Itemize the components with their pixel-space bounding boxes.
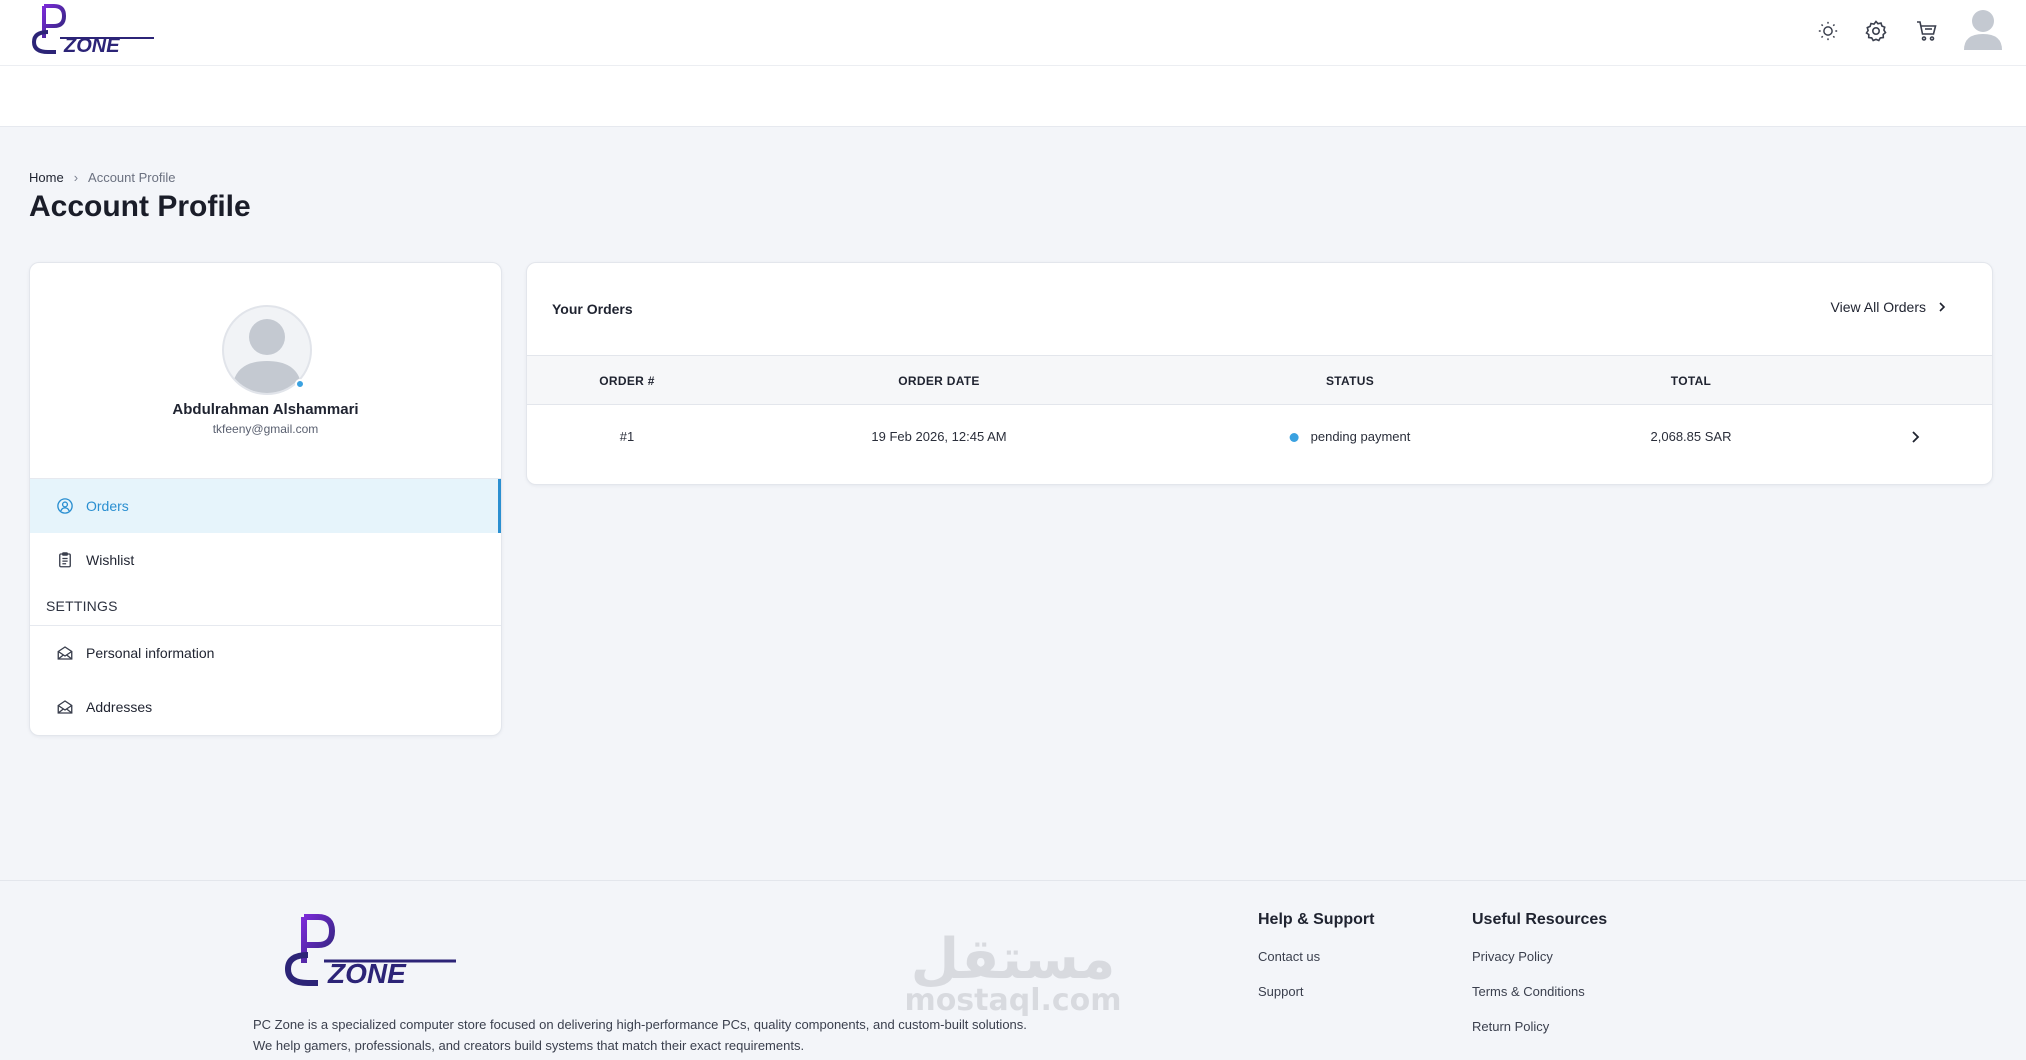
useful-resources-title: Useful Resources (1472, 911, 1608, 928)
breadcrumb-current: Account Profile (88, 170, 176, 185)
settings-section-label: SETTINGS (46, 598, 118, 614)
support-link[interactable]: Support (1258, 984, 1304, 999)
status-dot (1289, 432, 1299, 442)
sidebar-item-label: Addresses (86, 699, 153, 715)
clipboard-icon (59, 552, 71, 568)
sidebar-item-addresses[interactable]: Addresses (30, 680, 501, 734)
mostaql-watermark: مستقل mostaql.com (904, 927, 1121, 1016)
orders-card: Your Orders View All Orders ORDER # ORDE… (526, 262, 1993, 485)
sidebar-item-label: Wishlist (86, 552, 135, 568)
privacy-policy-link[interactable]: Privacy Policy (1472, 949, 1553, 964)
svg-text:mostaql.com: mostaql.com (904, 983, 1121, 1016)
help-support-title: Help & Support (1258, 911, 1375, 928)
terms-conditions-link[interactable]: Terms & Conditions (1472, 984, 1585, 999)
logo-text: ZONE (327, 958, 407, 989)
footer-description: PC Zone is a specialized computer store … (253, 1014, 1153, 1056)
sidebar-item-orders[interactable]: Orders (30, 479, 501, 533)
column-header-date: ORDER DATE (898, 374, 980, 388)
online-status-dot (295, 379, 305, 389)
order-date: 19 Feb 2026, 12:45 AM (871, 429, 1007, 444)
order-status: pending payment (1289, 405, 1411, 469)
contact-us-link[interactable]: Contact us (1258, 949, 1320, 964)
user-circle-icon (57, 498, 73, 514)
breadcrumb-home-link[interactable]: Home (29, 170, 64, 185)
chevron-right-icon[interactable] (1905, 427, 1925, 447)
order-status-label: pending payment (1310, 429, 1411, 444)
chevron-right-icon: › (73, 170, 79, 185)
pc-zone-logo[interactable]: ZONE (282, 913, 458, 989)
view-all-orders-link[interactable]: View All Orders (1831, 299, 1948, 315)
avatar[interactable] (1960, 6, 2006, 52)
footer: ZONE مستقل mostaql.com PC Zone is a spec… (0, 880, 2026, 1060)
orders-title: Your Orders (552, 301, 633, 317)
sidebar-item-label: Orders (86, 498, 129, 514)
return-policy-link[interactable]: Return Policy (1472, 1019, 1549, 1034)
footer-description-line: PC Zone is a specialized computer store … (253, 1017, 1027, 1032)
sidebar-item-wishlist[interactable]: Wishlist (30, 533, 501, 587)
sun-icon[interactable] (1813, 16, 1843, 46)
envelope-open-icon (57, 700, 73, 714)
chevron-right-icon (1939, 302, 1946, 312)
gear-icon[interactable] (1861, 16, 1891, 46)
table-row[interactable]: #1 19 Feb 2026, 12:45 AM pending payment… (527, 405, 1992, 469)
sidebar-item-label: Personal information (86, 645, 215, 661)
orders-table-header: ORDER # ORDER DATE STATUS TOTAL (527, 355, 1992, 405)
column-header-status: STATUS (1325, 374, 1375, 388)
page-title: Account Profile (29, 190, 251, 223)
breadcrumb: Home › Account Profile (29, 170, 175, 185)
column-header-order: ORDER # (599, 374, 655, 388)
sub-navbar (0, 66, 2026, 127)
envelope-open-icon (57, 646, 73, 660)
sidebar-item-personal-information[interactable]: Personal information (30, 626, 501, 680)
column-header-total: TOTAL (1670, 374, 1712, 388)
top-navbar: ZONE (0, 0, 2026, 66)
cart-icon[interactable] (1912, 16, 1942, 46)
profile-email: tkfeeny@gmail.com (212, 422, 319, 436)
profile-card: Abdulrahman Alshammari tkfeeny@gmail.com… (29, 262, 502, 736)
order-total: 2,068.85 SAR (1650, 429, 1732, 444)
order-number: #1 (619, 429, 635, 444)
pc-zone-logo[interactable]: ZONE (30, 2, 156, 58)
profile-name: Abdulrahman Alshammari (172, 401, 359, 418)
view-all-orders-label: View All Orders (1830, 299, 1926, 315)
footer-description-line: We help gamers, professionals, and creat… (253, 1038, 805, 1053)
